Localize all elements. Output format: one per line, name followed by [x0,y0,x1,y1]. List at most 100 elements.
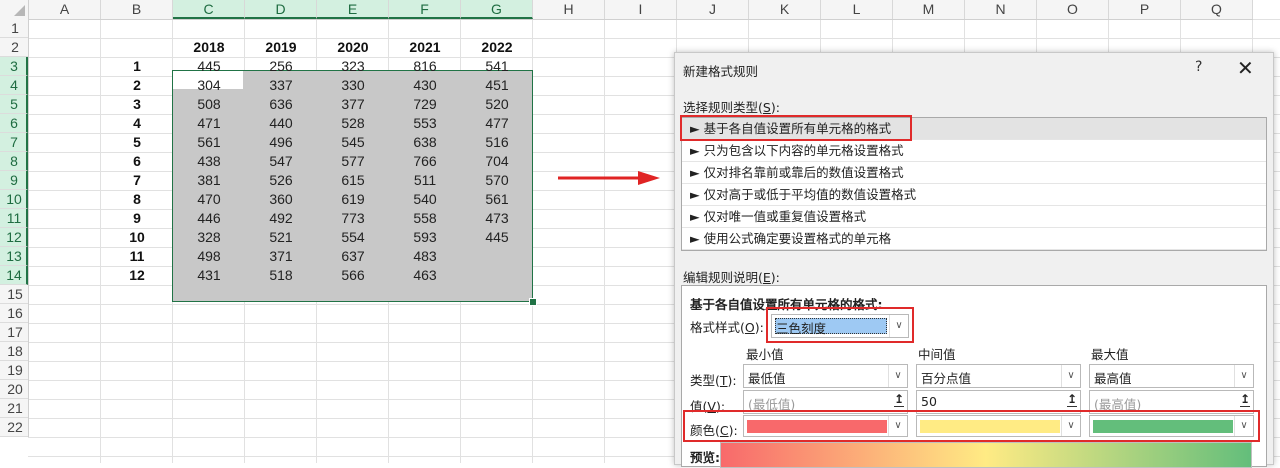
column-header[interactable]: Q [1181,0,1253,19]
cell[interactable]: 477 [461,114,533,133]
cell[interactable]: 446 [173,209,245,228]
cell[interactable]: 7 [101,171,173,190]
cell[interactable]: 492 [245,209,317,228]
cell[interactable]: 541 [461,57,533,76]
cell[interactable]: 2020 [317,38,389,57]
column-header[interactable]: E [317,0,389,19]
row-header[interactable]: 3 [0,57,28,76]
cell[interactable] [461,247,533,266]
cell[interactable]: 521 [245,228,317,247]
cell[interactable]: 528 [317,114,389,133]
cell[interactable]: 470 [173,190,245,209]
row-header[interactable]: 20 [0,380,28,399]
cell[interactable]: 12 [101,266,173,285]
cell[interactable]: 766 [389,152,461,171]
row-header[interactable]: 11 [0,209,28,228]
rule-type-item[interactable]: ► 仅对排名靠前或靠后的数值设置格式 [682,162,1266,184]
cell[interactable]: 6 [101,152,173,171]
row-header[interactable]: 8 [0,152,28,171]
cell[interactable]: 561 [461,190,533,209]
cell[interactable]: 545 [317,133,389,152]
rule-type-item[interactable]: ► 只为包含以下内容的单元格设置格式 [682,140,1266,162]
column-header[interactable]: J [677,0,749,19]
cell[interactable]: 4 [101,114,173,133]
cell[interactable]: 773 [317,209,389,228]
row-header[interactable]: 13 [0,247,28,266]
cell[interactable]: 5 [101,133,173,152]
chevron-down-icon[interactable]: ∨ [1234,365,1253,387]
column-header[interactable]: B [101,0,173,19]
rule-type-item[interactable]: ► 仅对高于或低于平均值的数值设置格式 [682,184,1266,206]
chevron-down-icon[interactable]: ∨ [888,365,907,387]
cell[interactable]: 473 [461,209,533,228]
column-header[interactable]: F [389,0,461,19]
column-header[interactable]: D [245,0,317,19]
cell[interactable]: 498 [173,247,245,266]
cell[interactable]: 816 [389,57,461,76]
cell[interactable]: 619 [317,190,389,209]
row-header[interactable]: 14 [0,266,28,285]
row-header[interactable]: 17 [0,323,28,342]
cell[interactable]: 637 [317,247,389,266]
min-type-select[interactable]: 最低值 ∨ [743,364,908,388]
cell[interactable]: 2022 [461,38,533,57]
cell[interactable]: 561 [173,133,245,152]
row-header[interactable]: 15 [0,285,28,304]
chevron-down-icon[interactable]: ∨ [1061,365,1080,387]
collapse-ref-icon[interactable]: ↥ [1066,393,1077,407]
select-all-corner[interactable] [0,0,29,20]
rule-type-item[interactable]: ► 仅对唯一值或重复值设置格式 [682,206,1266,228]
column-header[interactable]: A [29,0,101,19]
cell[interactable]: 440 [245,114,317,133]
cell[interactable]: 496 [245,133,317,152]
cell[interactable]: 540 [389,190,461,209]
column-header[interactable]: L [821,0,893,19]
cell[interactable]: 1 [101,57,173,76]
column-header[interactable]: M [893,0,965,19]
column-header[interactable]: H [533,0,605,19]
cell[interactable]: 518 [245,266,317,285]
cell[interactable]: 638 [389,133,461,152]
cell[interactable]: 516 [461,133,533,152]
mid-type-select[interactable]: 百分点值 ∨ [916,364,1081,388]
row-header[interactable]: 21 [0,399,28,418]
cell[interactable]: 615 [317,171,389,190]
row-header[interactable]: 6 [0,114,28,133]
cell[interactable]: 451 [461,76,533,95]
cell[interactable]: 593 [389,228,461,247]
cell[interactable]: 483 [389,247,461,266]
cell[interactable]: 577 [317,152,389,171]
cell[interactable]: 445 [173,57,245,76]
collapse-ref-icon[interactable]: ↥ [893,393,904,407]
row-header[interactable]: 10 [0,190,28,209]
row-header[interactable]: 9 [0,171,28,190]
row-header[interactable]: 12 [0,228,28,247]
row-header[interactable]: 19 [0,361,28,380]
cell[interactable]: 463 [389,266,461,285]
cell[interactable]: 520 [461,95,533,114]
max-type-select[interactable]: 最高值 ∨ [1089,364,1254,388]
cell[interactable]: 526 [245,171,317,190]
cell[interactable] [461,266,533,285]
cell[interactable]: 323 [317,57,389,76]
cell[interactable]: 430 [389,76,461,95]
cell[interactable]: 10 [101,228,173,247]
row-header[interactable]: 2 [0,38,28,57]
cell[interactable]: 704 [461,152,533,171]
collapse-ref-icon[interactable]: ↥ [1239,393,1250,407]
row-header[interactable]: 1 [0,19,28,38]
cell[interactable]: 570 [461,171,533,190]
column-header[interactable]: O [1037,0,1109,19]
cell[interactable]: 2019 [245,38,317,57]
cell[interactable]: 547 [245,152,317,171]
cell[interactable]: 11 [101,247,173,266]
column-header[interactable]: G [461,0,533,19]
cell[interactable]: 471 [173,114,245,133]
cell[interactable]: 330 [317,76,389,95]
cell[interactable]: 256 [245,57,317,76]
row-header[interactable]: 16 [0,304,28,323]
row-header[interactable]: 7 [0,133,28,152]
fill-handle[interactable] [529,298,537,306]
cell[interactable]: 636 [245,95,317,114]
cell[interactable]: 554 [317,228,389,247]
